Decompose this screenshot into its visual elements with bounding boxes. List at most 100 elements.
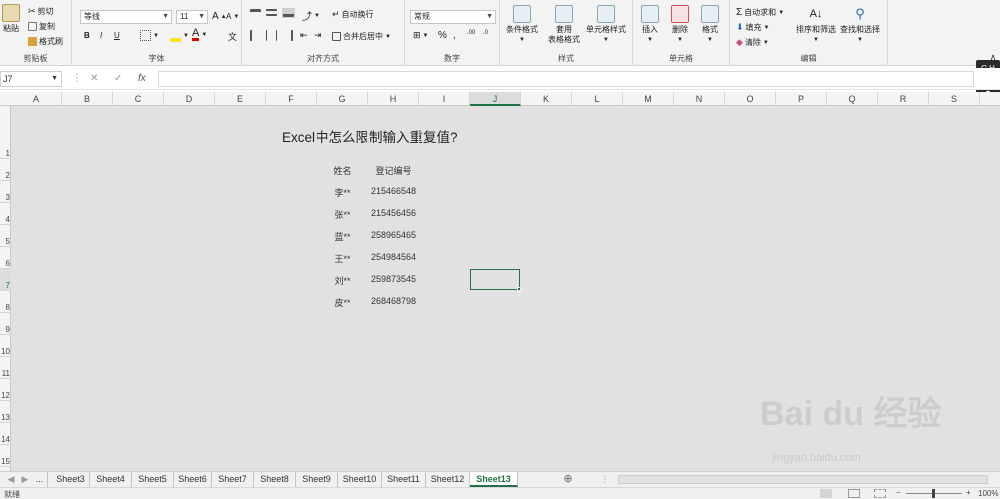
row-header-15[interactable]: 15 bbox=[0, 445, 11, 467]
autosum-button[interactable]: Σ 自动求和 ▼ bbox=[736, 7, 784, 18]
sheet-tab-sheet9[interactable]: Sheet9 bbox=[296, 472, 338, 487]
sheet-tab-sheet12[interactable]: Sheet12 bbox=[426, 472, 470, 487]
paste-button[interactable]: 粘贴 bbox=[2, 4, 20, 34]
column-header-k[interactable]: K bbox=[521, 92, 572, 106]
row-header-3[interactable]: 3 bbox=[0, 181, 11, 203]
record-id-cell[interactable]: 215456456 bbox=[368, 208, 419, 218]
selected-cell-j7[interactable] bbox=[469, 268, 522, 292]
align-center-button[interactable] bbox=[266, 30, 277, 41]
row-header-14[interactable]: 14 bbox=[0, 423, 11, 445]
orientation-button[interactable]: ⤴ ▼ bbox=[302, 8, 320, 23]
scroll-right-icon[interactable]: ▶ bbox=[18, 472, 32, 487]
column-header-s[interactable]: S bbox=[929, 92, 980, 106]
more-sheets-button[interactable]: ... bbox=[32, 472, 48, 487]
record-id-cell[interactable]: 258965465 bbox=[368, 230, 419, 240]
wrap-text-button[interactable]: ↵ 自动换行 bbox=[332, 9, 374, 20]
align-middle-button[interactable] bbox=[266, 9, 277, 16]
fill-color-button[interactable]: ▼ bbox=[170, 30, 189, 42]
add-sheet-button[interactable]: ⊕ bbox=[560, 472, 576, 487]
merge-center-button[interactable]: 合并后居中 ▼ bbox=[332, 31, 391, 42]
conditional-format-button[interactable]: 条件格式 ▼ bbox=[506, 5, 538, 45]
column-header-r[interactable]: R bbox=[878, 92, 929, 106]
column-header-j[interactable]: J bbox=[470, 92, 521, 106]
sort-filter-button[interactable]: A↓ 排序和筛选 ▼ bbox=[796, 5, 836, 45]
underline-button[interactable]: U bbox=[114, 31, 120, 40]
page-layout-icon[interactable] bbox=[848, 489, 860, 498]
horizontal-scrollbar[interactable] bbox=[618, 475, 988, 484]
decrease-decimal-button[interactable]: .0 bbox=[483, 30, 488, 36]
format-painter-button[interactable]: 格式刷 bbox=[28, 36, 63, 47]
column-header-c[interactable]: C bbox=[113, 92, 164, 106]
record-name-cell[interactable]: 李** bbox=[317, 186, 368, 199]
column-header-a[interactable]: A bbox=[11, 92, 62, 106]
record-id-cell[interactable]: 259873545 bbox=[368, 274, 419, 284]
row-header-2[interactable]: 2 bbox=[0, 159, 11, 181]
column-header-b[interactable]: B bbox=[62, 92, 113, 106]
row-header-13[interactable]: 13 bbox=[0, 401, 11, 423]
shrink-font-button[interactable]: A ▼ bbox=[226, 12, 239, 21]
record-name-cell[interactable]: 皮** bbox=[317, 296, 368, 309]
cell-styles-button[interactable]: 单元格样式 ▼ bbox=[586, 5, 626, 45]
align-bottom-button[interactable] bbox=[282, 8, 295, 18]
row-header-1[interactable]: 1 bbox=[0, 106, 11, 159]
increase-decimal-button[interactable]: .00 bbox=[467, 30, 475, 36]
border-button[interactable]: ▼ bbox=[140, 30, 159, 41]
function-icon[interactable]: fx bbox=[138, 71, 146, 87]
sheet-tab-sheet3[interactable]: Sheet3 bbox=[52, 472, 90, 487]
column-header-h[interactable]: H bbox=[368, 92, 419, 106]
align-right-button[interactable] bbox=[282, 30, 293, 41]
sheet-tab-sheet8[interactable]: Sheet8 bbox=[254, 472, 296, 487]
row-header-5[interactable]: 5 bbox=[0, 225, 11, 247]
column-header-e[interactable]: E bbox=[215, 92, 266, 106]
clear-button[interactable]: ◆ 清除 ▼ bbox=[736, 37, 769, 48]
row-header-11[interactable]: 11 bbox=[0, 357, 11, 379]
copy-button[interactable]: 复制 bbox=[28, 21, 55, 32]
scroll-left-icon[interactable]: ◀ bbox=[4, 472, 18, 487]
record-name-cell[interactable]: 张** bbox=[317, 208, 368, 221]
accounting-button[interactable]: ⊞ ▼ bbox=[413, 30, 429, 41]
enter-icon[interactable]: ✓ bbox=[114, 71, 122, 87]
format-button[interactable]: 格式 ▼ bbox=[701, 5, 719, 45]
header-id-cell[interactable]: 登记编号 bbox=[368, 164, 419, 177]
column-header-d[interactable]: D bbox=[164, 92, 215, 106]
record-name-cell[interactable]: 王** bbox=[317, 252, 368, 265]
row-header-6[interactable]: 6 bbox=[0, 247, 11, 269]
zoom-thumb[interactable] bbox=[932, 489, 935, 498]
row-header-12[interactable]: 12 bbox=[0, 379, 11, 401]
decrease-indent-button[interactable]: ⇤ bbox=[300, 30, 308, 41]
sheet-tab-sheet11[interactable]: Sheet11 bbox=[382, 472, 426, 487]
phonetic-button[interactable]: 文 bbox=[228, 30, 237, 43]
find-select-button[interactable]: ⚲ 查找和选择 ▼ bbox=[840, 5, 880, 45]
column-header-n[interactable]: N bbox=[674, 92, 725, 106]
record-id-cell[interactable]: 268468798 bbox=[368, 296, 419, 306]
record-name-cell[interactable]: 蓝** bbox=[317, 230, 368, 243]
sheet-tab-sheet10[interactable]: Sheet10 bbox=[338, 472, 382, 487]
fill-button[interactable]: ⬇ 填充 ▼ bbox=[736, 22, 770, 33]
row-header-10[interactable]: 10 bbox=[0, 335, 11, 357]
column-header-p[interactable]: P bbox=[776, 92, 827, 106]
sheet-tab-sheet6[interactable]: Sheet6 bbox=[174, 472, 212, 487]
column-header-i[interactable]: I bbox=[419, 92, 470, 106]
delete-button[interactable]: 删除 ▼ bbox=[671, 5, 689, 45]
normal-view-icon[interactable] bbox=[820, 489, 832, 498]
bold-button[interactable]: B bbox=[84, 31, 90, 40]
grow-font-button[interactable]: A ▲ bbox=[212, 11, 227, 22]
row-header-7[interactable]: 7 bbox=[0, 269, 11, 291]
percent-button[interactable]: % bbox=[438, 30, 447, 41]
italic-button[interactable]: I bbox=[100, 31, 102, 40]
insert-button[interactable]: 插入 ▼ bbox=[641, 5, 659, 45]
column-header-l[interactable]: L bbox=[572, 92, 623, 106]
format-as-table-button[interactable]: 套用 表格格式 bbox=[548, 5, 580, 45]
formula-input[interactable] bbox=[158, 71, 974, 87]
align-left-button[interactable] bbox=[250, 30, 261, 41]
sheet-tab-sheet7[interactable]: Sheet7 bbox=[212, 472, 254, 487]
cut-button[interactable]: ✂ 剪切 bbox=[28, 6, 54, 17]
increase-indent-button[interactable]: ⇥ bbox=[314, 30, 322, 41]
number-format-select[interactable]: 常规 ▼ bbox=[410, 10, 496, 24]
row-header-4[interactable]: 4 bbox=[0, 203, 11, 225]
split-icon[interactable]: ⋮ bbox=[600, 472, 610, 487]
align-top-button[interactable] bbox=[250, 9, 261, 17]
record-id-cell[interactable]: 254984564 bbox=[368, 252, 419, 262]
sheet-tab-sheet4[interactable]: Sheet4 bbox=[90, 472, 132, 487]
font-size-select[interactable]: 11 ▼ bbox=[176, 10, 208, 24]
